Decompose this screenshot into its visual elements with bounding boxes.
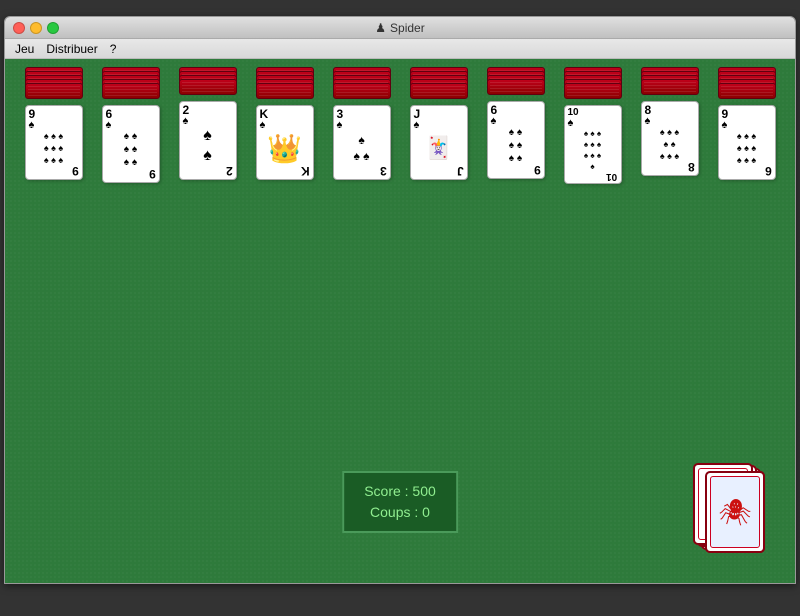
columns-area: 9 ♠ ♠ ♠ ♠ ♠ ♠ ♠ ♠ ♠ ♠ 9 6 bbox=[5, 59, 795, 192]
face-down-7-5 bbox=[564, 83, 622, 99]
deck-card-top[interactable]: 🕷 bbox=[705, 471, 765, 553]
card-4-visible[interactable]: 3 ♠ ♠ ♠ ♠ 3 bbox=[333, 105, 391, 180]
card-1-visible[interactable]: 6 ♠ ♠ ♠ ♠ ♠ ♠ ♠ 9 bbox=[102, 105, 160, 183]
score-line2: Coups : 0 bbox=[364, 502, 436, 523]
face-down-0-5 bbox=[25, 83, 83, 99]
column-0[interactable]: 9 ♠ ♠ ♠ ♠ ♠ ♠ ♠ ♠ ♠ ♠ 9 bbox=[18, 67, 90, 184]
minimize-button[interactable] bbox=[30, 22, 42, 34]
menu-help[interactable]: ? bbox=[104, 39, 123, 58]
menu-jeu[interactable]: Jeu bbox=[9, 39, 40, 58]
score-box: Score : 500 Coups : 0 bbox=[342, 471, 458, 533]
maximize-button[interactable] bbox=[47, 22, 59, 34]
card-7-visible[interactable]: 10 ♠ ♠ ♠ ♠ ♠ ♠ ♠ ♠ ♠ ♠ ♠ 01 bbox=[564, 105, 622, 184]
close-button[interactable] bbox=[13, 22, 25, 34]
column-5[interactable]: J ♠ 🃏 J bbox=[403, 67, 475, 184]
menu-bar: Jeu Distribuer ? bbox=[5, 39, 795, 59]
card-2-visible[interactable]: 2 ♠ ♠ ♠ 2 bbox=[179, 101, 237, 180]
column-2[interactable]: 2 ♠ ♠ ♠ 2 bbox=[172, 67, 244, 184]
title-bar: ♟ Spider bbox=[5, 17, 795, 39]
column-9[interactable]: 9 ♠ ♠ ♠ ♠ ♠ ♠ ♠ ♠ ♠ ♠ 6 bbox=[711, 67, 783, 184]
menu-distribuer[interactable]: Distribuer bbox=[40, 39, 103, 58]
card-6-visible[interactable]: 6 ♠ ♠ ♠ ♠ ♠ ♠ ♠ 9 bbox=[487, 101, 545, 179]
face-down-8-4 bbox=[641, 79, 699, 95]
column-6[interactable]: 6 ♠ ♠ ♠ ♠ ♠ ♠ ♠ 9 bbox=[480, 67, 552, 184]
window-controls bbox=[13, 22, 59, 34]
face-down-3-5 bbox=[256, 83, 314, 99]
title-icon: ♟ bbox=[375, 21, 386, 35]
deck-pile[interactable]: 🕷 🕷 bbox=[693, 463, 765, 553]
face-down-9-5 bbox=[718, 83, 776, 99]
card-8-visible[interactable]: 8 ♠ ♠ ♠ ♠ ♠ ♠ ♠ ♠ ♠ 8 bbox=[641, 101, 699, 176]
card-5-visible[interactable]: J ♠ 🃏 J bbox=[410, 105, 468, 180]
column-4[interactable]: 3 ♠ ♠ ♠ ♠ 3 bbox=[326, 67, 398, 184]
window-title: ♟ Spider bbox=[375, 21, 424, 35]
column-8[interactable]: 8 ♠ ♠ ♠ ♠ ♠ ♠ ♠ ♠ ♠ 8 bbox=[634, 67, 706, 184]
column-7[interactable]: 10 ♠ ♠ ♠ ♠ ♠ ♠ ♠ ♠ ♠ ♠ ♠ 01 bbox=[557, 67, 629, 184]
game-area: 9 ♠ ♠ ♠ ♠ ♠ ♠ ♠ ♠ ♠ ♠ 9 6 bbox=[5, 59, 795, 583]
face-down-6-4 bbox=[487, 79, 545, 95]
card-0-visible[interactable]: 9 ♠ ♠ ♠ ♠ ♠ ♠ ♠ ♠ ♠ ♠ 9 bbox=[25, 105, 83, 180]
card-9-visible[interactable]: 9 ♠ ♠ ♠ ♠ ♠ ♠ ♠ ♠ ♠ ♠ 6 bbox=[718, 105, 776, 180]
face-down-1-5 bbox=[102, 83, 160, 99]
column-3[interactable]: K ♠ 👑 K bbox=[249, 67, 321, 184]
score-line1: Score : 500 bbox=[364, 481, 436, 502]
column-1[interactable]: 6 ♠ ♠ ♠ ♠ ♠ ♠ ♠ 9 bbox=[95, 67, 167, 184]
card-3-visible[interactable]: K ♠ 👑 K bbox=[256, 105, 314, 180]
face-down-4-5 bbox=[333, 83, 391, 99]
face-down-2-4 bbox=[179, 79, 237, 95]
game-window: ♟ Spider Jeu Distribuer ? 9 ♠ ♠ ♠ bbox=[4, 16, 796, 584]
title-label: Spider bbox=[390, 21, 425, 35]
face-down-5-5 bbox=[410, 83, 468, 99]
